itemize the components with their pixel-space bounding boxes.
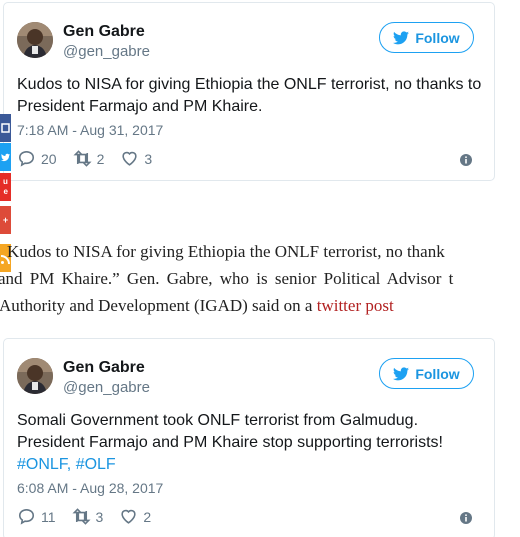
avatar[interactable] [17, 22, 53, 58]
like-count: 3 [144, 150, 153, 167]
reply-count: 11 [41, 508, 56, 525]
google-plus-share-button[interactable]: + [0, 206, 11, 234]
retweet-icon [72, 508, 91, 525]
reply-button[interactable]: 20 [17, 149, 57, 168]
twitter-post-link[interactable]: twitter post [317, 296, 394, 315]
article-text: Authority and Development (IGAD) said on… [0, 296, 317, 315]
retweet-button[interactable]: 3 [72, 507, 104, 526]
follow-label: Follow [415, 365, 460, 382]
info-icon[interactable] [460, 154, 472, 166]
article-line: Kudos to NISA for giving Ethiopia the ON… [7, 242, 445, 261]
hashtag-links[interactable]: #ONLF, #OLF [17, 454, 443, 476]
author-handle[interactable]: @gen_gabre [63, 379, 150, 396]
tweet-text-line: President Farmajo and PM Khaire stop sup… [17, 434, 443, 451]
retweet-button[interactable]: 2 [73, 149, 105, 168]
youtube-share-button[interactable]: u e [0, 173, 11, 201]
article-line: Authority and Development (IGAD) said on… [0, 292, 520, 319]
retweet-icon [73, 150, 92, 167]
follow-button[interactable]: Follow [379, 358, 474, 389]
tweet-timestamp[interactable]: 7:18 AM - Aug 31, 2017 [17, 122, 163, 138]
heart-icon [121, 509, 136, 524]
follow-label: Follow [415, 29, 460, 46]
twitter-bird-icon [393, 366, 410, 380]
embedded-tweet: Gen Gabre @gen_gabre Follow Kudos to NIS… [3, 2, 495, 181]
author-name[interactable]: Gen Gabre [63, 359, 145, 377]
author-name[interactable]: Gen Gabre [63, 23, 145, 41]
facebook-share-button[interactable] [0, 114, 11, 142]
info-icon[interactable] [460, 512, 472, 524]
google-plus-label: + [2, 215, 9, 225]
twitter-share-button[interactable] [0, 143, 11, 171]
heart-icon [122, 151, 138, 166]
tweet-actions: 20 2 3 [17, 149, 168, 168]
retweet-count: 2 [96, 150, 105, 167]
facebook-icon [1, 123, 10, 133]
author-handle[interactable]: @gen_gabre [63, 43, 150, 60]
avatar[interactable] [17, 358, 53, 394]
reply-icon [18, 508, 35, 525]
article-paragraph: Kudos to NISA for giving Ethiopia the ON… [0, 238, 520, 319]
youtube-label: u e [3, 177, 8, 196]
reply-button[interactable]: 11 [17, 507, 56, 526]
article-line: and PM Khaire.” Gen. Gabre, who is senio… [0, 269, 454, 288]
reply-icon [18, 150, 35, 167]
tweet-text-line: Somali Government took ONLF terrorist fr… [17, 412, 419, 429]
embedded-tweet: Gen Gabre @gen_gabre Follow Somali Gover… [3, 338, 495, 537]
tweet-text-line: President Farmajo and PM Khaire. [17, 98, 263, 115]
twitter-icon [1, 153, 10, 161]
tweet-timestamp[interactable]: 6:08 AM - Aug 28, 2017 [17, 480, 163, 496]
twitter-bird-icon [393, 30, 410, 44]
reply-count: 20 [41, 150, 57, 167]
follow-button[interactable]: Follow [379, 22, 474, 53]
tweet-text: Somali Government took ONLF terrorist fr… [17, 410, 443, 476]
retweet-count: 3 [95, 508, 104, 525]
like-button[interactable]: 2 [119, 507, 151, 526]
like-button[interactable]: 3 [120, 149, 152, 168]
tweet-text: Kudos to NISA for giving Ethiopia the ON… [17, 74, 481, 118]
tweet-text-line: Kudos to NISA for giving Ethiopia the ON… [17, 76, 482, 93]
like-count: 2 [143, 508, 152, 525]
tweet-actions: 11 3 2 [17, 507, 167, 526]
